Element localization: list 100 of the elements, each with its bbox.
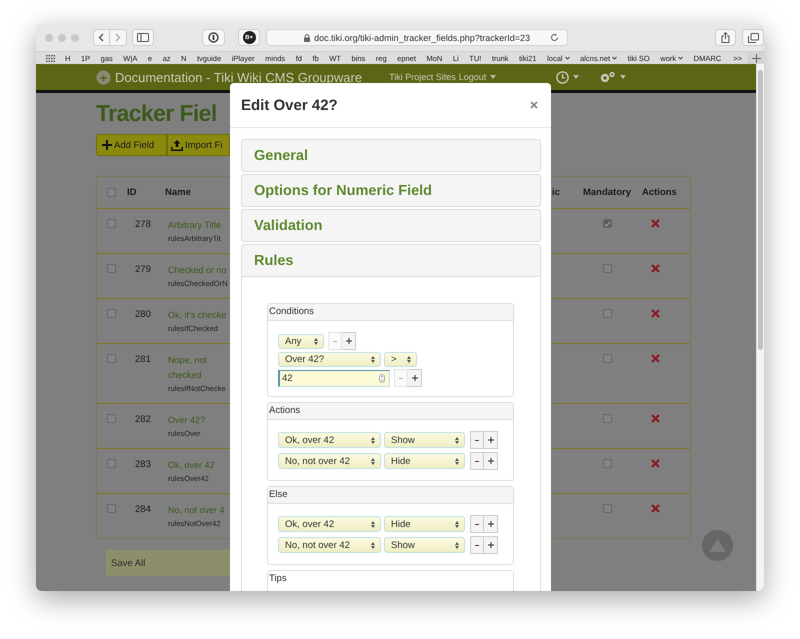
dropdown[interactable]: Hide [384, 453, 465, 469]
id-cell-text: 281 [134, 353, 152, 367]
column-header: ic [551, 187, 561, 198]
triangle-icon [709, 539, 726, 552]
dropdown[interactable]: Hide [384, 516, 465, 532]
accordion-header[interactable]: General [241, 139, 541, 172]
id-cell-text: 278 [134, 218, 152, 232]
add-button[interactable] [484, 536, 498, 554]
delete-icon[interactable] [651, 414, 660, 423]
tabs-button[interactable] [742, 29, 764, 46]
new-tab-button[interactable] [748, 52, 764, 64]
scrollbar-thumb[interactable] [758, 70, 763, 350]
column-header: Mandatory [582, 187, 632, 198]
checkbox[interactable] [107, 354, 116, 363]
back-icon [98, 33, 104, 42]
scroll-to-top-button[interactable] [702, 530, 733, 561]
updown-icon [371, 458, 375, 464]
gears-icon[interactable] [599, 70, 616, 84]
updown-icon [371, 436, 375, 444]
column-header: Name [165, 187, 192, 198]
dropdown[interactable]: Over 42? [278, 352, 381, 367]
checkbox[interactable] [107, 188, 116, 197]
mandatory-checkbox[interactable] [602, 504, 612, 513]
checkbox[interactable] [107, 504, 116, 513]
id-cell-text: 280 [134, 308, 152, 322]
url-text: doc.tiki.org/tiki-admin_tracker_fields.php?trackerId=23 [314, 32, 530, 42]
updown-icon [455, 458, 459, 464]
logo-icon[interactable] [96, 70, 111, 84]
plus-icon [752, 54, 761, 62]
add-button[interactable] [484, 452, 498, 470]
sidebar-icon [136, 33, 149, 42]
checkbox[interactable] [107, 219, 116, 228]
number-field[interactable]: 42 [278, 370, 390, 386]
id-cell-text: 279 [134, 263, 152, 277]
site-title[interactable]: Documentation - Tiki Wiki CMS Groupware [115, 70, 362, 84]
minimize-window-button[interactable] [58, 34, 66, 42]
dropdown[interactable]: Ok, over 42 [278, 432, 381, 448]
dialog-title: Edit Over 42? [241, 96, 338, 114]
delete-icon[interactable] [651, 219, 660, 228]
mandatory-checkbox[interactable] [602, 219, 612, 228]
delete-icon[interactable] [651, 264, 660, 273]
close-button[interactable] [528, 99, 540, 111]
close-icon [530, 101, 538, 109]
checkbox[interactable] [107, 264, 116, 273]
updown-icon [407, 356, 411, 363]
import-button[interactable]: Import Fi [167, 134, 230, 156]
mandatory-checkbox[interactable] [602, 264, 612, 273]
panel-heading: Else [268, 487, 513, 504]
address-bar[interactable]: doc.tiki.org/tiki-admin_tracker_fields.php?trackerId=23 [266, 29, 568, 46]
reload-icon[interactable] [550, 33, 559, 42]
id-cell-text: 283 [134, 458, 152, 472]
share-button[interactable] [714, 29, 736, 46]
add-button[interactable] [408, 369, 422, 387]
mandatory-checkbox[interactable] [602, 459, 612, 468]
extension-button[interactable] [202, 29, 225, 46]
menu-link[interactable]: Tiki Project Sites [389, 72, 456, 82]
close-window-button[interactable] [45, 34, 53, 42]
delete-icon[interactable] [651, 459, 660, 468]
checkbox[interactable] [107, 414, 116, 423]
accordion-header[interactable]: Validation [241, 209, 541, 242]
checkbox[interactable] [107, 309, 116, 318]
dropdown[interactable]: Show [384, 537, 465, 553]
plus-icon [102, 140, 112, 150]
add-button[interactable] [484, 431, 498, 449]
save-all-button[interactable]: Save All [106, 558, 150, 568]
mandatory-checkbox[interactable] [602, 354, 612, 363]
delete-icon[interactable] [651, 309, 660, 318]
dropdown[interactable]: No, not over 42 [278, 453, 381, 469]
dropdown[interactable]: No, not over 42 [278, 537, 381, 553]
lock-icon [304, 34, 310, 42]
delete-icon[interactable] [651, 354, 660, 363]
accordion-header[interactable]: Rules [241, 244, 541, 277]
delete-icon[interactable] [651, 504, 660, 513]
sidebar-button[interactable] [132, 29, 154, 46]
back-button[interactable] [92, 29, 110, 46]
accordion-header[interactable]: Options for Numeric Field [241, 174, 541, 207]
column-header: ID [127, 187, 138, 198]
add-button[interactable] [484, 515, 498, 533]
clock-icon[interactable] [556, 70, 570, 84]
zoom-window-button[interactable] [70, 34, 79, 42]
checkbox[interactable] [107, 459, 116, 468]
dropdown[interactable]: Ok, over 42 [278, 516, 381, 532]
mandatory-checkbox[interactable] [602, 414, 612, 423]
caret-icon [612, 56, 618, 60]
dropdown[interactable]: Show [384, 432, 465, 448]
share-icon [721, 32, 730, 43]
caret-icon [564, 56, 570, 60]
spinner-icon [379, 374, 385, 382]
add-button[interactable] [342, 332, 356, 350]
plus-icon [412, 375, 418, 381]
forward-icon [114, 33, 121, 42]
grid-icon[interactable] [46, 54, 55, 62]
dropdown[interactable]: Any [278, 334, 324, 348]
dropdown[interactable]: > [384, 352, 417, 367]
menu-link[interactable]: Logout [458, 72, 486, 82]
panel-heading: Conditions [268, 304, 513, 321]
id-cell-text: 282 [134, 413, 152, 427]
add-field-button[interactable]: Add Field [96, 134, 167, 156]
mandatory-checkbox[interactable] [602, 309, 612, 318]
upload-icon [171, 140, 183, 150]
